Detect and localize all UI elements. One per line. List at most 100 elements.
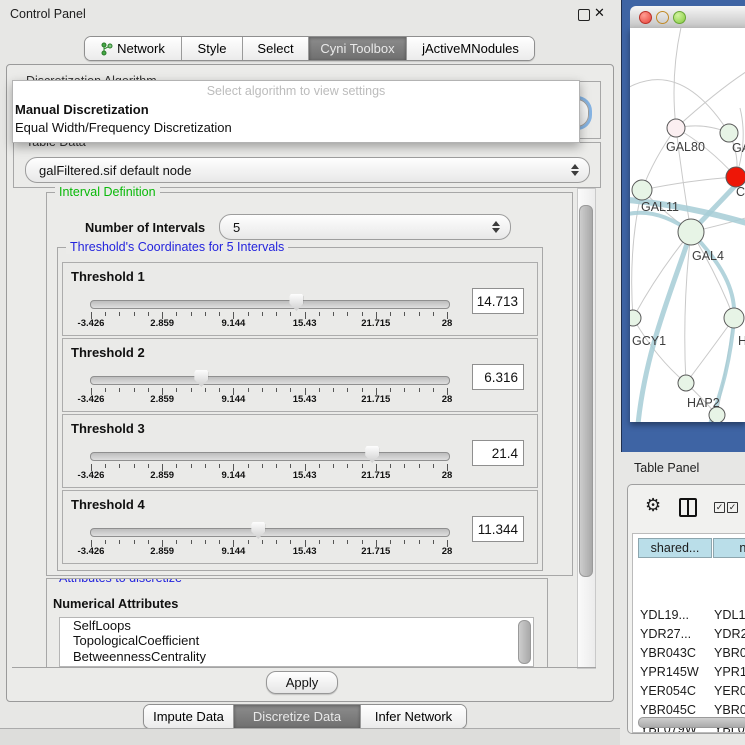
threshold-value-field[interactable]: 14.713 [472, 288, 524, 314]
panel-title: Control Panel [10, 7, 86, 21]
table-row[interactable]: YBR043CYBR043C [633, 646, 745, 665]
threshold-slider-track[interactable] [90, 376, 450, 385]
algorithm-option-equal-width[interactable]: Equal Width/Frequency Discretization [13, 119, 579, 137]
tab-cyni-toolbox[interactable]: Cyni Toolbox [309, 37, 407, 60]
threshold-slider-track[interactable] [90, 452, 450, 461]
network-node-selected[interactable] [726, 167, 745, 187]
minor-tick [362, 540, 363, 544]
node-label: GA [732, 141, 745, 155]
minor-tick [333, 312, 334, 316]
close-icon[interactable]: ✕ [594, 5, 605, 21]
minor-tick [248, 388, 249, 392]
tab-label: Infer Network [375, 709, 452, 724]
table-data-combobox[interactable]: galFiltered.sif default node [25, 157, 590, 183]
table-row[interactable]: YDR27...YDR27... [633, 627, 745, 646]
cell-shared-name: YDL19... [640, 608, 689, 622]
split-columns-icon[interactable] [679, 498, 697, 517]
network-edge[interactable] [642, 177, 736, 190]
zoom-traffic-light-icon[interactable] [673, 11, 686, 24]
network-canvas[interactable]: GAL80GACGAL11GAL4GCY1HHAP2 [630, 28, 745, 422]
minor-tick [404, 388, 405, 392]
network-node[interactable] [724, 308, 744, 328]
table-row[interactable]: YPR145WYPR145W [633, 665, 745, 684]
threshold-label: Threshold 3 [71, 421, 145, 436]
minor-tick [419, 312, 420, 316]
minor-tick [248, 312, 249, 316]
number-of-intervals-combobox[interactable]: 5 [219, 214, 511, 240]
tick-label: -3.426 [78, 546, 105, 557]
minor-tick [134, 312, 135, 316]
tab-jactivemnodules[interactable]: jActiveMNodules [407, 37, 534, 60]
threshold-slider-track[interactable] [90, 528, 450, 537]
column-header-shared-name[interactable]: shared... [638, 538, 712, 558]
number-of-intervals-value: 5 [220, 220, 491, 235]
column-header-name[interactable]: name [713, 538, 745, 558]
float-window-icon[interactable] [578, 9, 590, 21]
minor-tick [176, 540, 177, 544]
network-edge-highlighted[interactable] [638, 232, 691, 422]
minor-tick [362, 312, 363, 316]
threshold-row: Threshold 3 -3.4262.8599.14415.4321.7152… [62, 414, 538, 488]
network-edge[interactable] [674, 28, 682, 128]
threshold-slider-track[interactable] [90, 300, 450, 309]
table-hscrollbar-thumb[interactable] [638, 717, 745, 728]
tab-network[interactable]: Network [85, 37, 182, 60]
network-window-titlebar[interactable] [630, 6, 745, 29]
attribute-list-item[interactable]: SelfLoops [60, 618, 533, 633]
minor-tick [390, 540, 391, 544]
attribute-list-item[interactable]: TopologicalCoefficient [60, 633, 533, 648]
network-node[interactable] [632, 180, 652, 200]
attribute-list-item[interactable]: BetweennessCentrality [60, 649, 533, 664]
column-checkbox-icon[interactable]: ✓ [714, 502, 725, 513]
threshold-value-field[interactable]: 6.316 [472, 364, 524, 390]
tab-style[interactable]: Style [182, 37, 243, 60]
tab-discretize-data[interactable]: Discretize Data [234, 705, 361, 728]
top-tab-bar: NetworkStyleSelect Cyni Toolbox jActiveMNo… [84, 36, 535, 61]
algorithm-option-manual[interactable]: Manual Discretization [13, 101, 579, 119]
network-edge[interactable] [642, 128, 676, 190]
divider [12, 667, 596, 668]
minor-tick [276, 388, 277, 392]
minor-tick [148, 464, 149, 468]
threshold-value-field[interactable]: 11.344 [472, 516, 524, 542]
network-node[interactable] [720, 124, 738, 142]
gear-icon[interactable]: ⚙ [645, 495, 661, 516]
tick-label: 15.43 [293, 470, 317, 481]
tick-label: 15.43 [293, 546, 317, 557]
numerical-attributes-list[interactable]: SelfLoopsTopologicalCoefficientBetweenne… [59, 617, 534, 667]
table-row[interactable]: YDL19...YDL19... [633, 608, 745, 627]
tab-select[interactable]: Select [243, 37, 309, 60]
network-node[interactable] [630, 310, 641, 326]
column-checkbox-icon[interactable]: ✓ [727, 502, 738, 513]
minor-tick [390, 312, 391, 316]
network-node[interactable] [667, 119, 685, 137]
tick-label: 28 [442, 546, 453, 557]
minor-tick [319, 540, 320, 544]
table-row[interactable]: YER054CYER054C [633, 684, 745, 703]
minor-tick [333, 464, 334, 468]
network-edge[interactable] [676, 68, 745, 128]
main-scrollbar-thumb[interactable] [579, 205, 593, 577]
network-node[interactable] [678, 219, 704, 245]
minor-tick [276, 312, 277, 316]
tab-infer-network[interactable]: Infer Network [361, 705, 466, 728]
network-node[interactable] [678, 375, 694, 391]
minor-tick [433, 464, 434, 468]
network-edge[interactable] [691, 232, 734, 318]
minor-tick [290, 388, 291, 392]
network-icon [101, 42, 113, 56]
tab-impute-data[interactable]: Impute Data [144, 705, 234, 728]
threshold-value-field[interactable]: 21.4 [472, 440, 524, 466]
minor-tick [134, 540, 135, 544]
close-traffic-light-icon[interactable] [639, 11, 652, 24]
tab-label: Cyni Toolbox [320, 41, 394, 56]
attributes-list-scrollbar[interactable] [518, 620, 531, 664]
minimize-traffic-light-icon[interactable] [656, 11, 669, 24]
network-edge[interactable] [633, 232, 691, 318]
apply-button[interactable]: Apply [266, 671, 338, 694]
minor-tick [176, 388, 177, 392]
tick-label: 2.859 [150, 394, 174, 405]
tick-label: -3.426 [78, 318, 105, 329]
minor-tick [105, 388, 106, 392]
cell-shared-name: YDR27... [640, 627, 691, 641]
